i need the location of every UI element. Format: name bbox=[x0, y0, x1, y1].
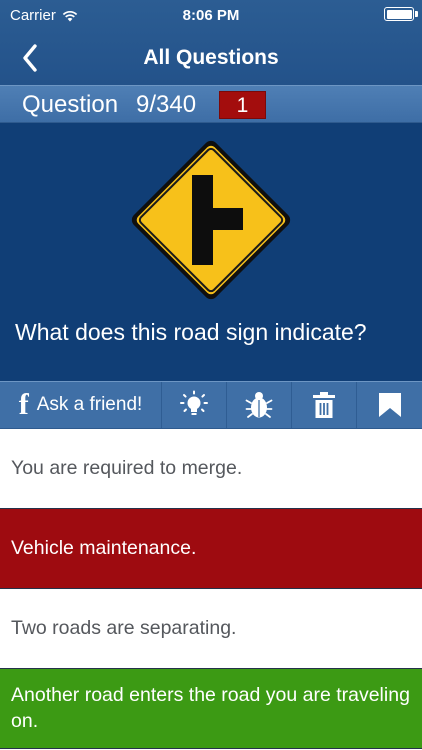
status-right bbox=[384, 7, 418, 21]
ask-friend-label: Ask a friend! bbox=[36, 394, 143, 415]
ask-friend-button[interactable]: f Ask a friend! bbox=[0, 382, 162, 428]
status-time: 8:06 PM bbox=[182, 7, 240, 24]
facebook-icon: f bbox=[18, 388, 29, 421]
nav-bar: All Questions bbox=[0, 32, 422, 85]
answer-option-4[interactable]: Another road enters the road you are tra… bbox=[0, 669, 422, 749]
question-count: 9/340 bbox=[136, 91, 197, 118]
answer-text: Vehicle maintenance. bbox=[11, 536, 197, 559]
answer-option-3[interactable]: Two roads are separating. bbox=[0, 589, 422, 669]
action-toolbar: f Ask a friend! bbox=[0, 381, 422, 429]
answer-text: Two roads are separating. bbox=[11, 616, 237, 639]
answer-option-1[interactable]: You are required to merge. bbox=[0, 429, 422, 509]
mistake-badge: 1 bbox=[219, 91, 266, 119]
answer-list: You are required to merge. Vehicle maint… bbox=[0, 429, 422, 749]
delete-button[interactable] bbox=[292, 382, 357, 428]
question-text: What does this road sign indicate? bbox=[15, 319, 367, 345]
bug-icon bbox=[245, 392, 273, 418]
answer-text: You are required to merge. bbox=[11, 456, 243, 479]
answer-option-2[interactable]: Vehicle maintenance. bbox=[0, 509, 422, 589]
status-bar: Carrier 8:06 PM bbox=[0, 0, 422, 32]
answer-text: Another road enters the road you are tra… bbox=[11, 683, 410, 732]
trash-icon bbox=[313, 392, 335, 418]
bookmark-button[interactable] bbox=[357, 382, 422, 428]
battery-icon bbox=[384, 7, 418, 21]
question-area: What does this road sign indicate? bbox=[0, 123, 422, 381]
side-road-sign-icon bbox=[131, 140, 291, 300]
page-title: All Questions bbox=[143, 46, 279, 69]
report-bug-button[interactable] bbox=[227, 382, 292, 428]
question-header: Question 9/340 1 bbox=[0, 85, 422, 123]
bookmark-icon bbox=[378, 393, 401, 417]
hint-button[interactable] bbox=[162, 382, 227, 428]
question-label: Question bbox=[22, 91, 119, 118]
lightbulb-icon bbox=[180, 390, 208, 415]
